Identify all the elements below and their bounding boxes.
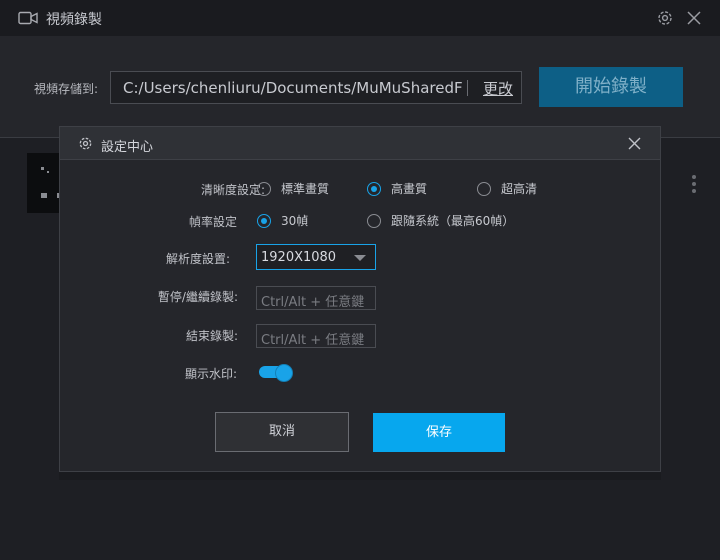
radio-icon bbox=[367, 213, 381, 228]
resolution-value: 1920X1080 bbox=[261, 250, 337, 265]
save-path-bar: 視頻存儲到: C:/Users/chenliuru/Documents/MuMu… bbox=[0, 36, 720, 138]
save-path-label: 視頻存儲到: bbox=[34, 82, 99, 96]
start-recording-button[interactable]: 開始錄製 bbox=[539, 67, 683, 107]
pause-hotkey-placeholder: Ctrl/Alt + 任意鍵 bbox=[261, 295, 365, 310]
pause-hotkey-label: 暫停/繼續錄製: bbox=[157, 290, 238, 304]
stop-hotkey-label: 結束錄製: bbox=[185, 329, 238, 343]
radio-selected-icon bbox=[367, 181, 381, 196]
resolution-label: 解析度設置: bbox=[165, 252, 230, 266]
gear-icon[interactable] bbox=[656, 9, 674, 27]
close-icon[interactable] bbox=[686, 10, 702, 26]
framerate-label: 幀率設定 bbox=[188, 215, 237, 229]
radio-icon bbox=[257, 181, 271, 196]
gear-icon bbox=[79, 137, 92, 150]
path-divider bbox=[467, 80, 468, 96]
quality-option-high[interactable]: 高畫質 bbox=[367, 180, 427, 197]
settings-dialog: 設定中心 清晰度設定: 標準畫質 高畫質 超高清 幀率設定 30幀 跟隨系統（最… bbox=[59, 126, 661, 472]
resolution-select[interactable]: 1920X1080 bbox=[256, 244, 376, 270]
framerate-option-30[interactable]: 30幀 bbox=[257, 212, 308, 229]
stop-hotkey-input[interactable]: Ctrl/Alt + 任意鍵 bbox=[256, 324, 376, 348]
window-title: 視頻錄製 bbox=[46, 12, 102, 28]
watermark-toggle[interactable] bbox=[259, 364, 293, 382]
change-path-link[interactable]: 更改 bbox=[483, 78, 513, 99]
save-button[interactable]: 保存 bbox=[373, 413, 505, 452]
video-camera-icon bbox=[18, 11, 38, 25]
more-vertical-icon[interactable] bbox=[692, 175, 698, 193]
title-bar: 視頻錄製 bbox=[0, 0, 720, 36]
cancel-button[interactable]: 取消 bbox=[215, 412, 349, 452]
chevron-down-icon bbox=[354, 255, 366, 261]
save-path-value: C:/Users/chenliuru/Documents/MuMuSharedF… bbox=[123, 79, 463, 97]
quality-option-standard[interactable]: 標準畫質 bbox=[257, 180, 329, 197]
radio-selected-icon bbox=[257, 213, 271, 228]
dialog-shadow bbox=[59, 472, 661, 480]
radio-icon bbox=[477, 181, 491, 196]
quality-label: 清晰度設定: bbox=[200, 183, 265, 197]
pause-hotkey-input[interactable]: Ctrl/Alt + 任意鍵 bbox=[256, 286, 376, 310]
dialog-title: 設定中心 bbox=[101, 140, 154, 155]
close-icon[interactable] bbox=[628, 137, 641, 150]
save-path-field[interactable]: C:/Users/chenliuru/Documents/MuMuSharedF… bbox=[110, 71, 522, 104]
watermark-label: 顯示水印: bbox=[184, 367, 237, 381]
quality-option-ultra[interactable]: 超高清 bbox=[477, 180, 537, 197]
framerate-option-system[interactable]: 跟隨系統（最高60幀） bbox=[367, 212, 514, 229]
stop-hotkey-placeholder: Ctrl/Alt + 任意鍵 bbox=[261, 333, 365, 348]
dialog-header: 設定中心 bbox=[60, 127, 660, 160]
